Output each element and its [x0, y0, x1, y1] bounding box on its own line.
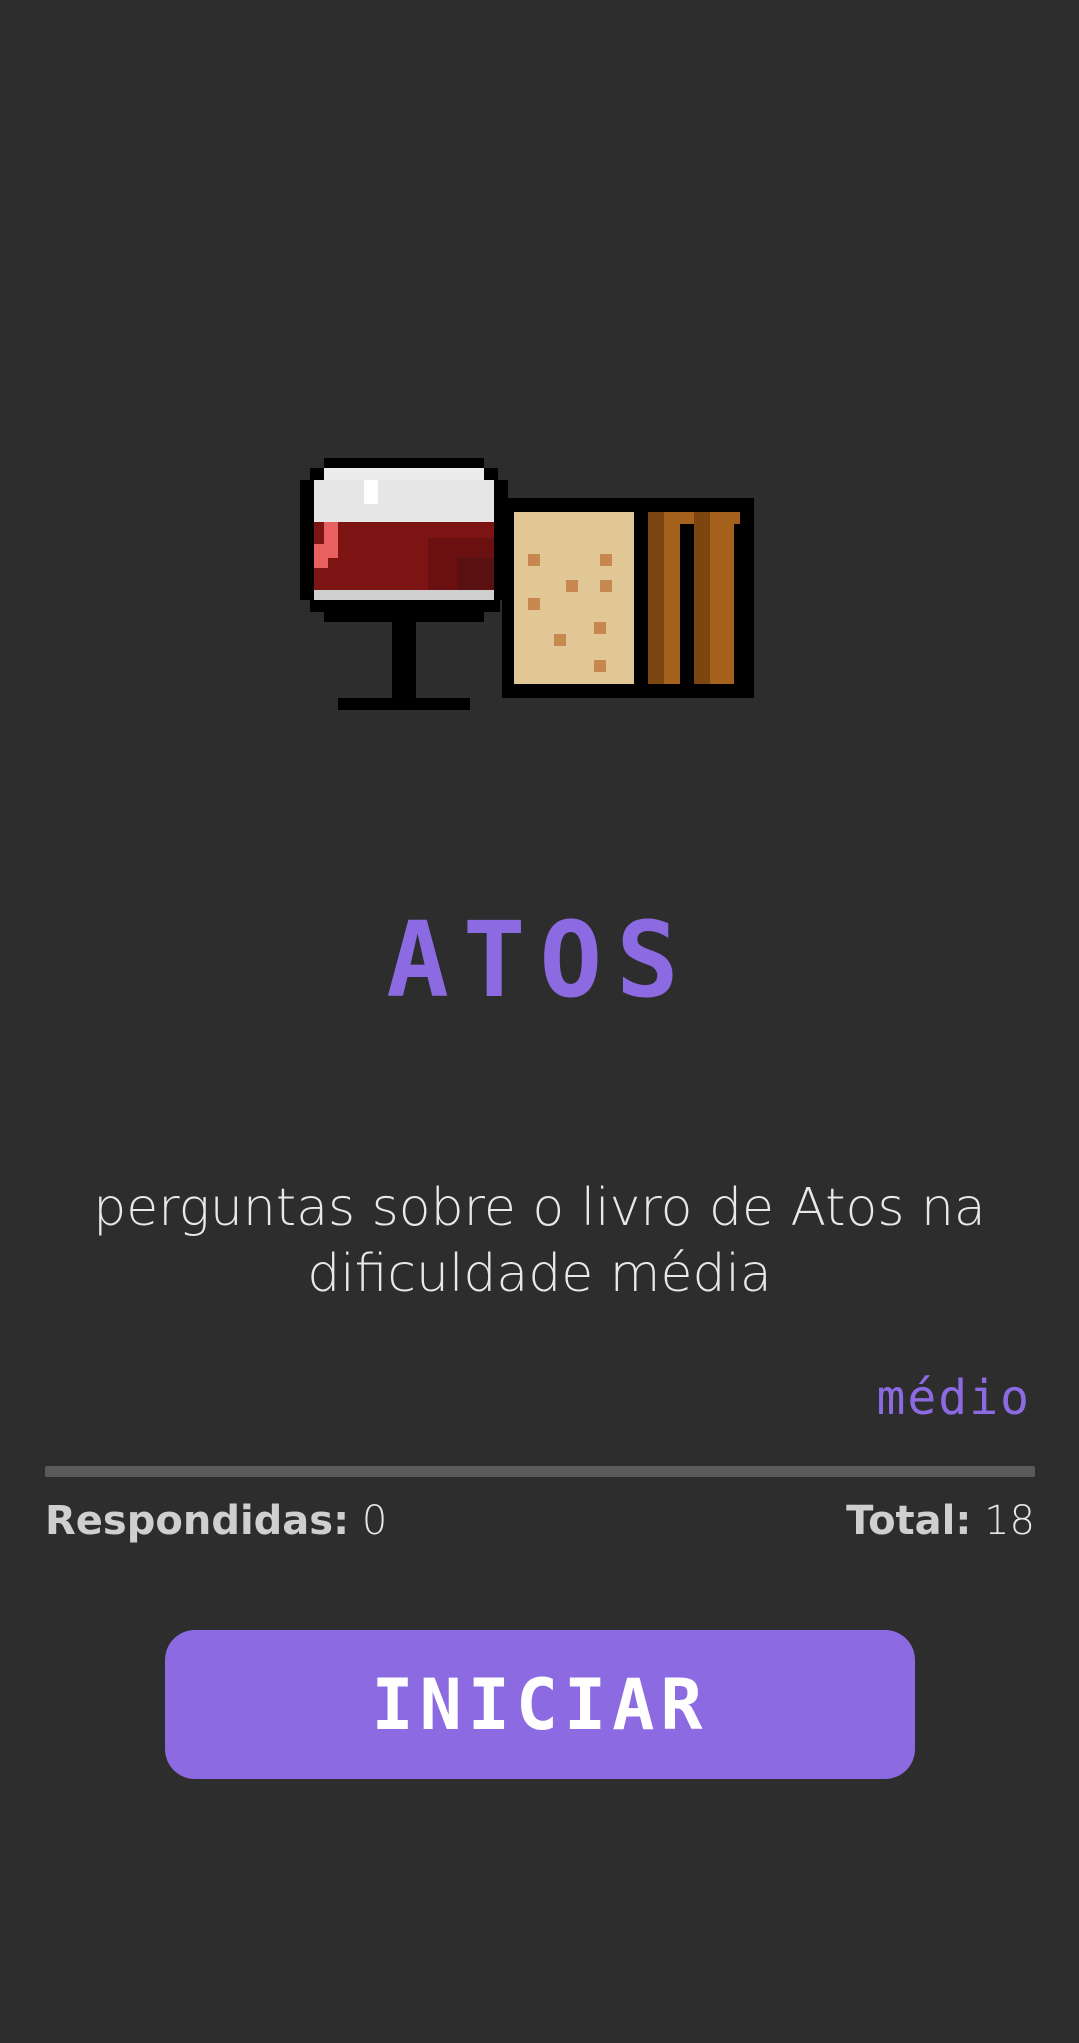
- total-count: 18: [984, 1498, 1035, 1544]
- wine-and-bread-illustration: [300, 458, 754, 710]
- answered-stat: Respondidas: 0: [45, 1498, 387, 1544]
- start-button[interactable]: INICIAR: [165, 1630, 915, 1779]
- answered-label: Respondidas:: [45, 1498, 350, 1544]
- difficulty-label: médio: [876, 1370, 1031, 1426]
- stats-row: Respondidas: 0 Total: 18: [45, 1498, 1035, 1554]
- quiz-title: ATOS: [386, 899, 693, 1021]
- quiz-description: perguntas sobre o livro de Atos na dific…: [93, 1178, 986, 1304]
- answered-count: 0: [361, 1498, 388, 1544]
- progress-bar: [45, 1466, 1035, 1477]
- bread-loaf-icon: [502, 498, 754, 698]
- quiz-illustration: [298, 458, 768, 718]
- total-label: Total:: [846, 1498, 972, 1544]
- wine-glass-icon: [300, 458, 508, 710]
- total-stat: Total: 18: [846, 1498, 1035, 1544]
